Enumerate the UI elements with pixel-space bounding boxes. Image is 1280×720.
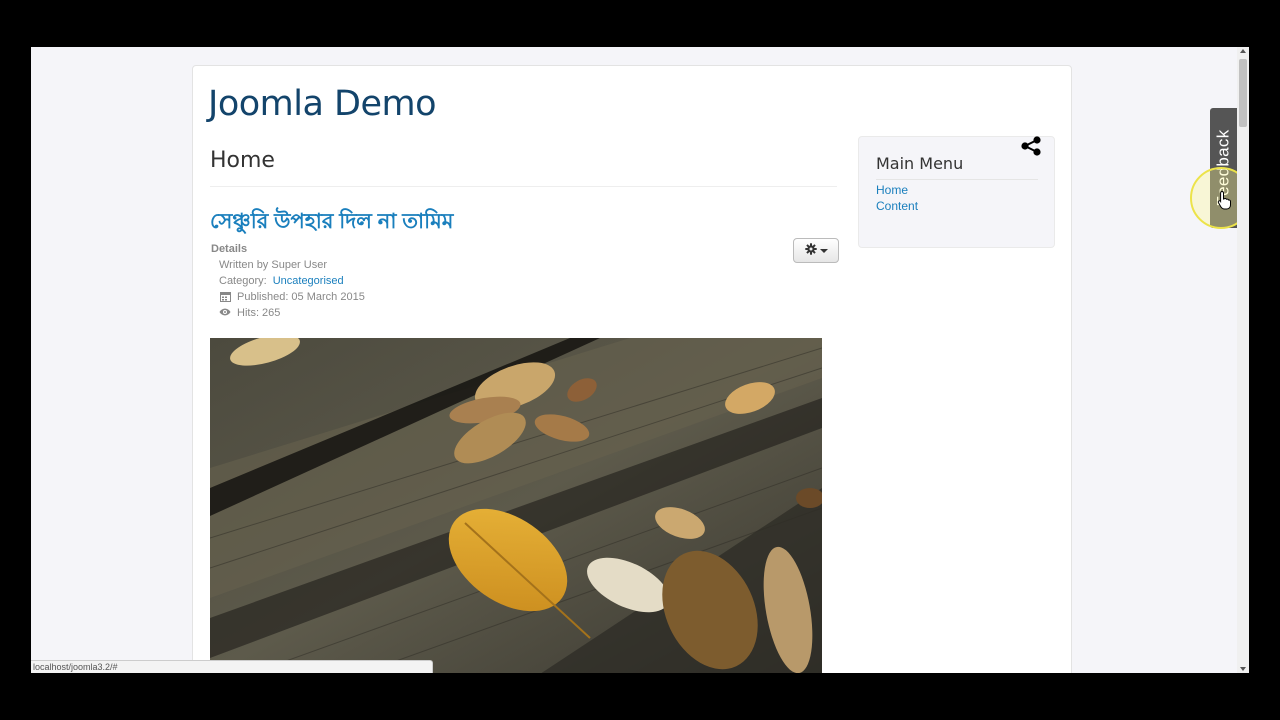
hits-text: Hits: 265 <box>237 307 281 319</box>
author-row: Written by Super User <box>211 257 365 273</box>
menu-item-home: Home <box>876 182 918 198</box>
details-label: Details <box>211 243 248 255</box>
scroll-thumb[interactable] <box>1239 59 1247 127</box>
eye-icon <box>219 307 231 319</box>
menu-title: Main Menu <box>876 154 964 173</box>
article-tools-button[interactable] <box>793 238 839 263</box>
page-container: Joomla Demo Home সেঞ্চুরি উপহার দিল না ত… <box>192 65 1072 673</box>
category-label: Category: <box>219 275 267 287</box>
status-bar-url: localhost/joomla3.2/# <box>31 660 433 673</box>
calendar-icon <box>219 291 231 303</box>
gear-icon <box>804 243 817 258</box>
article-title[interactable]: সেঞ্চুরি উপহার দিল না তামিম <box>210 205 453 240</box>
article-image <box>210 338 822 673</box>
hand-cursor-icon <box>1217 190 1231 210</box>
hits-row: Hits: 265 <box>211 305 365 321</box>
scroll-up-arrow-icon[interactable] <box>1240 49 1246 53</box>
menu-link-content[interactable]: Content <box>876 199 918 213</box>
share-icon[interactable] <box>1020 135 1042 157</box>
menu-list: Home Content <box>876 182 918 214</box>
menu-item-content: Content <box>876 198 918 214</box>
divider <box>876 179 1038 180</box>
page-heading: Home <box>210 148 275 173</box>
author-text: Written by Super User <box>219 259 328 271</box>
category-link[interactable]: Uncategorised <box>273 273 344 289</box>
browser-viewport: Joomla Demo Home সেঞ্চুরি উপহার দিল না ত… <box>31 47 1249 673</box>
divider <box>210 186 837 187</box>
published-text: Published: 05 March 2015 <box>237 291 365 303</box>
main-menu-module: Main Menu Home Content <box>858 136 1055 248</box>
published-row: Published: 05 March 2015 <box>211 289 365 305</box>
article-details: Details Written by Super User Category: … <box>211 241 365 321</box>
menu-link-home[interactable]: Home <box>876 183 908 197</box>
scroll-down-arrow-icon[interactable] <box>1240 667 1246 671</box>
site-title[interactable]: Joomla Demo <box>208 84 437 124</box>
category-row: Category: Uncategorised <box>211 273 365 289</box>
chevron-down-icon <box>819 248 828 253</box>
vertical-scrollbar[interactable] <box>1237 47 1249 673</box>
